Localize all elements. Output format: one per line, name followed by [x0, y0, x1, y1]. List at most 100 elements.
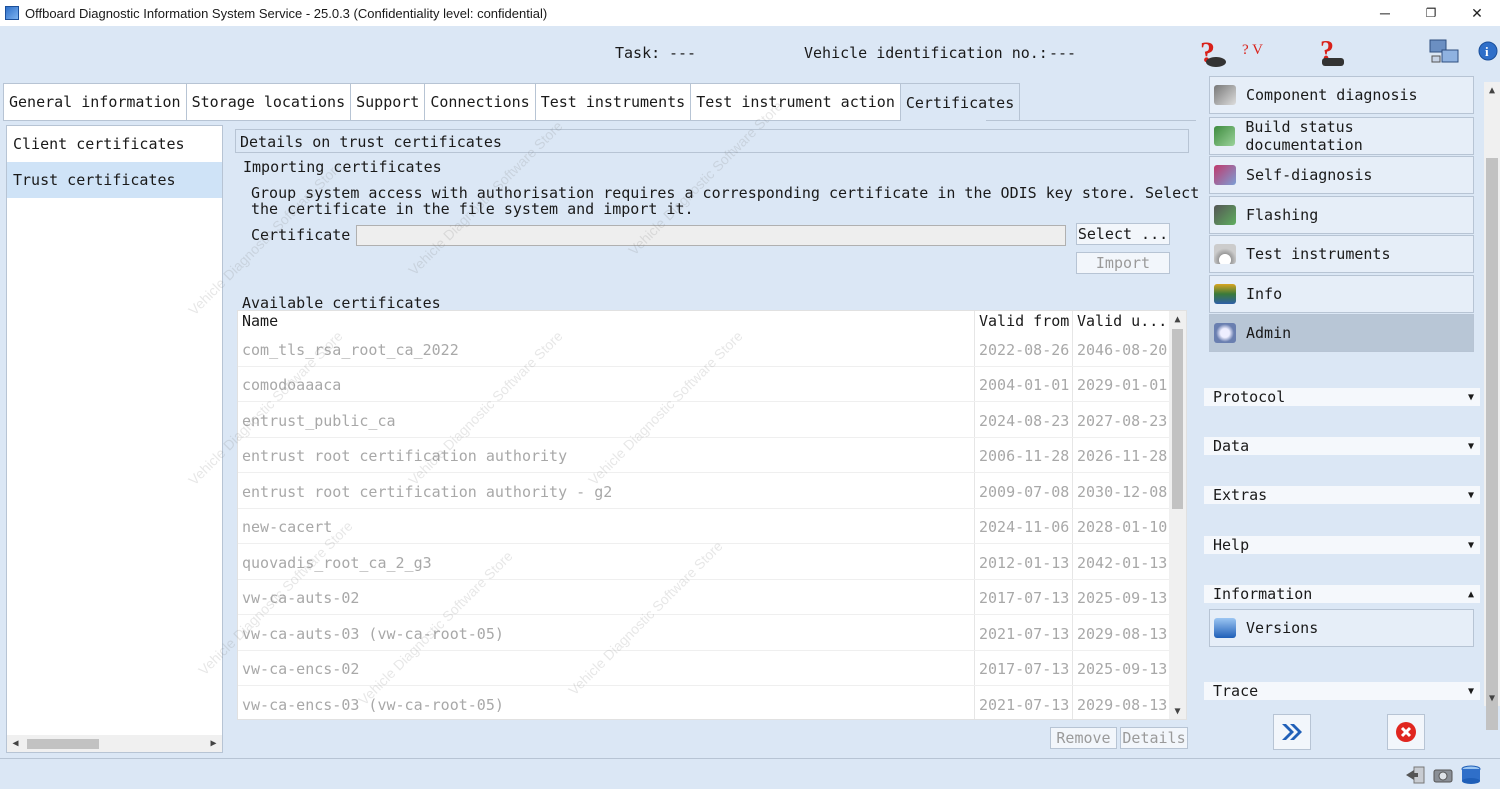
- tab-general-information[interactable]: General information: [3, 83, 186, 121]
- remove-button[interactable]: Remove: [1050, 727, 1117, 749]
- chevron-down-icon: ▼: [1467, 391, 1474, 403]
- cert-valid-from: 2021-07-13: [979, 625, 1070, 643]
- flashing-label: Flashing: [1246, 206, 1319, 224]
- tab-connections[interactable]: Connections: [424, 83, 535, 121]
- select-certificate-button[interactable]: Select ...: [1076, 223, 1170, 245]
- cert-valid-until: 2027-08-23: [1077, 412, 1168, 430]
- table-row[interactable]: vw-ca-auts-02 2017-07-13 2025-09-13: [238, 580, 1170, 615]
- task-value: ---: [669, 44, 697, 62]
- import-button[interactable]: Import: [1076, 252, 1170, 274]
- admin-label: Admin: [1246, 324, 1292, 342]
- scrollbar-thumb[interactable]: [1172, 329, 1183, 509]
- cert-valid-from: 2021-07-13: [979, 696, 1070, 714]
- importing-text-line2: the certificate in the file system and i…: [251, 200, 694, 218]
- scroll-left-icon[interactable]: ◀: [7, 735, 24, 752]
- section-data-label: Data: [1213, 437, 1250, 455]
- self-diagnosis-label: Self-diagnosis: [1246, 166, 1373, 184]
- build-status-icon: [1214, 126, 1236, 146]
- component-diagnosis-label: Component diagnosis: [1246, 86, 1418, 104]
- test-instruments-label: Test instruments: [1246, 245, 1391, 263]
- component-diagnosis-button[interactable]: Component diagnosis: [1209, 76, 1474, 114]
- remote-help-icon[interactable]: ?: [1314, 36, 1350, 74]
- maximize-button[interactable]: ❐: [1408, 0, 1454, 26]
- table-header: Name Valid from Valid u...: [238, 311, 1170, 332]
- section-protocol[interactable]: Protocol ▼: [1204, 388, 1480, 406]
- exit-icon[interactable]: [1404, 765, 1426, 785]
- cert-valid-from: 2009-07-08: [979, 483, 1070, 501]
- importing-heading: Importing certificates: [243, 158, 442, 176]
- close-window-button[interactable]: ✕: [1454, 0, 1500, 26]
- tab-storage-locations[interactable]: Storage locations: [185, 83, 351, 121]
- section-information-label: Information: [1213, 585, 1313, 603]
- admin-button[interactable]: Admin: [1209, 314, 1474, 352]
- forward-button[interactable]: [1273, 714, 1311, 750]
- test-instruments-button[interactable]: Test instruments: [1209, 235, 1474, 273]
- client-certificates-item[interactable]: Client certificates: [7, 126, 222, 162]
- cert-name: entrust_public_ca: [242, 412, 396, 430]
- scroll-up-icon[interactable]: ▲: [1169, 311, 1186, 327]
- column-header-name[interactable]: Name: [238, 312, 278, 330]
- certificate-label: Certificate: [251, 226, 351, 244]
- help-version-text[interactable]: ? V: [1242, 42, 1263, 59]
- table-row[interactable]: quovadis_root_ca_2_g3 2012-01-13 2042-01…: [238, 545, 1170, 580]
- left-horizontal-scrollbar[interactable]: ◀ ▶: [7, 735, 222, 752]
- network-computer-icon[interactable]: [1428, 36, 1462, 74]
- column-header-valid-from[interactable]: Valid from: [975, 312, 1069, 330]
- cancel-button[interactable]: [1387, 714, 1425, 750]
- section-trace[interactable]: Trace ▼: [1204, 682, 1480, 700]
- help-question-icon[interactable]: ?: [1196, 36, 1232, 74]
- database-icon[interactable]: [1460, 764, 1482, 786]
- table-row[interactable]: vw-ca-encs-03 (vw-ca-root-05) 2021-07-13…: [238, 687, 1170, 719]
- build-status-documentation-button[interactable]: Build status documentation: [1209, 117, 1474, 155]
- table-row[interactable]: comodoaaaca 2004-01-01 2029-01-01: [238, 367, 1170, 402]
- table-row[interactable]: vw-ca-auts-03 (vw-ca-root-05) 2021-07-13…: [238, 616, 1170, 651]
- table-row[interactable]: entrust root certification authority - g…: [238, 474, 1170, 509]
- table-row[interactable]: new-cacert 2024-11-06 2028-01-10: [238, 509, 1170, 544]
- scroll-down-icon[interactable]: ▼: [1169, 703, 1186, 719]
- table-vertical-scrollbar[interactable]: ▲ ▼: [1169, 311, 1186, 719]
- tab-test-instrument-action[interactable]: Test instrument action: [690, 83, 900, 121]
- self-diagnosis-button[interactable]: Self-diagnosis: [1209, 156, 1474, 194]
- section-help[interactable]: Help ▼: [1204, 536, 1480, 554]
- camera-icon[interactable]: [1432, 765, 1454, 785]
- title-bar: Offboard Diagnostic Information System S…: [0, 0, 1500, 26]
- table-row[interactable]: com_tls_rsa_root_ca_2022 2022-08-26 2046…: [238, 332, 1170, 367]
- test-instruments-icon: [1214, 244, 1236, 264]
- cert-valid-until: 2046-08-20: [1077, 341, 1168, 359]
- flashing-button[interactable]: Flashing: [1209, 196, 1474, 234]
- app-icon: [5, 6, 19, 20]
- column-header-valid-until[interactable]: Valid u...: [1073, 312, 1167, 330]
- info-icon[interactable]: i: [1477, 40, 1499, 66]
- trust-certificates-item[interactable]: Trust certificates: [7, 162, 222, 198]
- info-button[interactable]: Info: [1209, 275, 1474, 313]
- section-information[interactable]: Information ▲: [1204, 585, 1480, 603]
- tab-test-instruments[interactable]: Test instruments: [534, 83, 691, 121]
- scroll-down-icon[interactable]: ▼: [1484, 690, 1500, 706]
- table-row[interactable]: entrust root certification authority 200…: [238, 438, 1170, 473]
- header-bar: Task: --- Vehicle identification no.: --…: [0, 26, 1500, 81]
- cert-name: new-cacert: [242, 518, 333, 536]
- details-button[interactable]: Details: [1120, 727, 1188, 749]
- cert-name: entrust root certification authority: [242, 447, 568, 465]
- section-data[interactable]: Data ▼: [1204, 437, 1480, 455]
- table-row[interactable]: vw-ca-encs-02 2017-07-13 2025-09-13: [238, 651, 1170, 686]
- cancel-x-icon: [1396, 722, 1416, 742]
- cert-valid-from: 2004-01-01: [979, 376, 1070, 394]
- cert-valid-from: 2024-11-06: [979, 518, 1070, 536]
- versions-button[interactable]: Versions: [1209, 609, 1474, 647]
- cert-valid-until: 2029-01-01: [1077, 376, 1168, 394]
- right-vertical-scrollbar[interactable]: ▲ ▼: [1484, 82, 1500, 730]
- table-row[interactable]: entrust_public_ca 2024-08-23 2027-08-23: [238, 403, 1170, 438]
- scroll-up-icon[interactable]: ▲: [1484, 82, 1500, 98]
- section-extras[interactable]: Extras ▼: [1204, 486, 1480, 504]
- scrollbar-thumb[interactable]: [1486, 158, 1498, 730]
- section-protocol-label: Protocol: [1213, 388, 1286, 406]
- certificate-path-field[interactable]: [356, 225, 1066, 246]
- cert-name: quovadis_root_ca_2_g3: [242, 554, 432, 572]
- tab-support[interactable]: Support: [350, 83, 425, 121]
- vin-value: ---: [1049, 44, 1077, 62]
- status-bar: [0, 758, 1500, 789]
- scroll-right-icon[interactable]: ▶: [205, 735, 222, 752]
- scrollbar-thumb[interactable]: [27, 739, 99, 749]
- minimize-button[interactable]: ─: [1362, 0, 1408, 26]
